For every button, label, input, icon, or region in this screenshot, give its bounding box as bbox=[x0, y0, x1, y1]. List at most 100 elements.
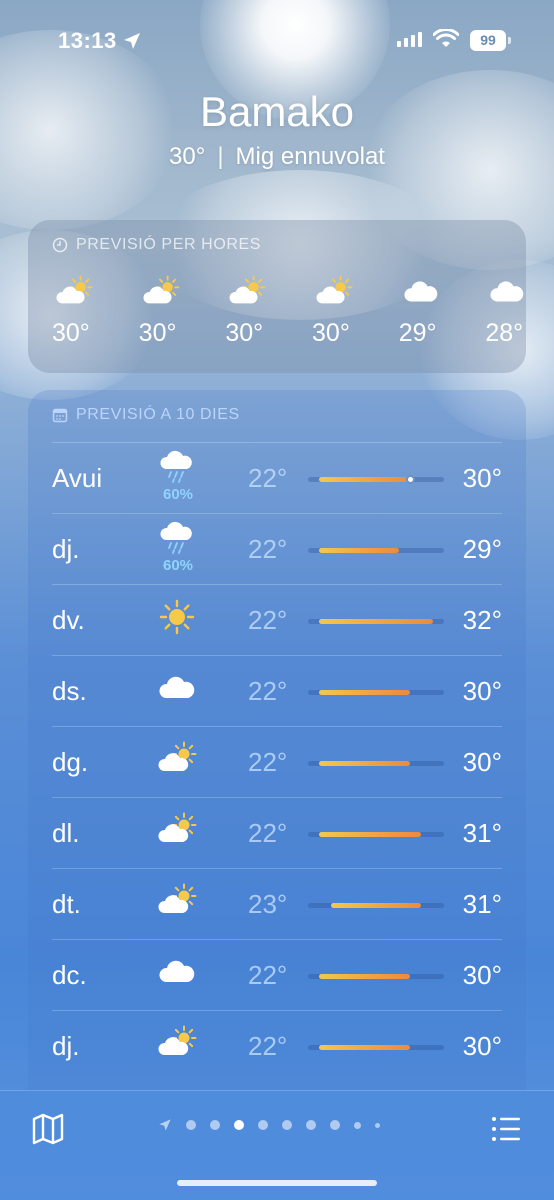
high-temperature: 30° bbox=[462, 960, 502, 990]
temperature-range-bar bbox=[308, 475, 444, 484]
partly-cloudy-icon bbox=[312, 275, 356, 309]
high-temperature: 29° bbox=[462, 534, 502, 564]
forecast-day-row[interactable]: dj. 22° 30° bbox=[52, 1010, 502, 1081]
page-dot[interactable] bbox=[210, 1120, 220, 1130]
page-dot[interactable] bbox=[186, 1120, 196, 1130]
temperature-range-bar bbox=[308, 974, 444, 979]
temperature-range-bar bbox=[308, 690, 444, 695]
forecast-day-row[interactable]: dv. 22° 32° bbox=[52, 584, 502, 655]
page-indicator[interactable] bbox=[158, 1118, 380, 1132]
hourly-item: 28° bbox=[485, 275, 526, 348]
hourly-temperature: 30° bbox=[52, 319, 90, 347]
partly-cloudy-icon bbox=[157, 812, 197, 848]
precipitation-chance: 60% bbox=[162, 557, 194, 574]
partly-cloudy-icon bbox=[139, 275, 183, 309]
hourly-temperature: 29° bbox=[398, 319, 437, 347]
temperature-range-bar bbox=[308, 619, 444, 624]
rain-cloud-icon bbox=[157, 449, 197, 485]
summary-separator: | bbox=[217, 143, 224, 170]
temperature-range-fill bbox=[330, 903, 422, 908]
high-temperature: 30° bbox=[462, 676, 502, 706]
temperature-range-bar bbox=[308, 832, 444, 837]
calendar-icon bbox=[52, 408, 68, 423]
forecast-day-row[interactable]: dg. 22° 30° bbox=[52, 726, 502, 797]
temperature-range-fill bbox=[319, 690, 410, 695]
day-name: dt. bbox=[52, 889, 81, 919]
page-dot[interactable] bbox=[375, 1122, 380, 1128]
temperature-range-fill bbox=[319, 548, 399, 553]
high-temperature: 30° bbox=[462, 463, 502, 493]
partly-cloudy-icon bbox=[225, 275, 269, 309]
hourly-temperature: 28° bbox=[485, 319, 524, 347]
day-name: ds. bbox=[52, 676, 87, 706]
temperature-range-fill bbox=[319, 1045, 410, 1050]
temperature-range-fill bbox=[319, 619, 433, 624]
cloud-icon bbox=[157, 670, 197, 706]
high-temperature: 31° bbox=[462, 889, 502, 919]
hourly-forecast-row[interactable]: 30° 30° 30° 30° 29° 28° bbox=[52, 275, 526, 348]
forecast-day-row[interactable]: dl. 22° 31° bbox=[52, 797, 502, 868]
ten-day-forecast-title: PREVISIÓ A 10 DIES bbox=[76, 406, 240, 423]
low-temperature: 22° bbox=[248, 747, 288, 777]
day-name: dc. bbox=[52, 960, 87, 990]
forecast-day-row[interactable]: dc. 22° 30° bbox=[52, 939, 502, 1010]
location-arrow-icon bbox=[124, 33, 140, 49]
forecast-day-row[interactable]: dt. 23° 31° bbox=[52, 868, 502, 939]
battery-indicator: 99 bbox=[470, 30, 506, 51]
status-bar: 13:13 99 bbox=[0, 0, 554, 86]
page-dot[interactable] bbox=[354, 1121, 361, 1129]
day-name: dj. bbox=[52, 1031, 80, 1061]
day-name: Avui bbox=[52, 463, 103, 493]
page-dot[interactable] bbox=[306, 1120, 316, 1130]
temperature-range-bar bbox=[308, 548, 444, 553]
page-dot[interactable] bbox=[282, 1120, 292, 1130]
high-temperature: 30° bbox=[462, 1031, 502, 1061]
forecast-day-row[interactable]: ds. 22° 30° bbox=[52, 655, 502, 726]
partly-cloudy-icon bbox=[157, 1025, 197, 1061]
hourly-item: 30° bbox=[312, 275, 399, 348]
current-temperature-marker bbox=[405, 475, 415, 484]
low-temperature: 22° bbox=[248, 605, 288, 635]
low-temperature: 22° bbox=[248, 960, 288, 990]
current-location-page-icon[interactable] bbox=[158, 1118, 172, 1132]
rain-cloud-icon bbox=[157, 520, 197, 556]
hourly-forecast-card[interactable]: PREVISIÓ PER HORES 30° 30° 30° 30° 29° 28° bbox=[28, 220, 526, 373]
page-dot[interactable] bbox=[330, 1120, 340, 1130]
cellular-signal-icon bbox=[397, 31, 422, 47]
forecast-day-row[interactable]: dj. 60% 22° 29° bbox=[52, 513, 502, 584]
day-name: dl. bbox=[52, 818, 80, 848]
day-name: dg. bbox=[52, 747, 89, 777]
low-temperature: 23° bbox=[248, 889, 288, 919]
low-temperature: 22° bbox=[248, 463, 288, 493]
page-dot[interactable] bbox=[258, 1120, 268, 1130]
temperature-range-bar bbox=[308, 903, 444, 908]
sun-icon bbox=[157, 599, 197, 635]
hourly-item: 30° bbox=[139, 275, 226, 348]
cloud-icon bbox=[399, 275, 443, 309]
low-temperature: 22° bbox=[248, 818, 288, 848]
cloud-icon bbox=[485, 275, 526, 309]
current-condition: Mig ennuvolat bbox=[235, 143, 385, 170]
forecast-day-row[interactable]: Avui 60% 22° 30° bbox=[52, 442, 502, 513]
ten-day-forecast-header: PREVISIÓ A 10 DIES bbox=[52, 406, 240, 424]
high-temperature: 32° bbox=[462, 605, 502, 635]
clock-icon bbox=[52, 237, 68, 253]
precipitation-chance: 60% bbox=[162, 486, 194, 503]
temperature-range-fill bbox=[319, 761, 410, 766]
home-indicator[interactable] bbox=[177, 1180, 377, 1186]
low-temperature: 22° bbox=[248, 1031, 288, 1061]
low-temperature: 22° bbox=[248, 676, 288, 706]
low-temperature: 22° bbox=[248, 534, 288, 564]
city-name: Bamako bbox=[199, 88, 355, 135]
hourly-item: 30° bbox=[225, 275, 312, 348]
ten-day-forecast-card[interactable]: PREVISIÓ A 10 DIES Avui 60% 22° 30° dj. 60% 22… bbox=[28, 390, 526, 1150]
map-icon[interactable] bbox=[30, 1111, 66, 1147]
partly-cloudy-icon bbox=[157, 741, 197, 777]
hourly-temperature: 30° bbox=[225, 319, 264, 347]
temperature-range-fill bbox=[319, 832, 422, 837]
page-dot[interactable] bbox=[234, 1120, 244, 1130]
list-icon[interactable] bbox=[488, 1111, 524, 1147]
temperature-range-fill bbox=[319, 974, 410, 979]
ten-day-forecast-list[interactable]: Avui 60% 22° 30° dj. 60% 22° 29° dv. 22° 32° ds. 22°… bbox=[28, 442, 526, 1081]
hourly-temperature: 30° bbox=[312, 319, 350, 347]
